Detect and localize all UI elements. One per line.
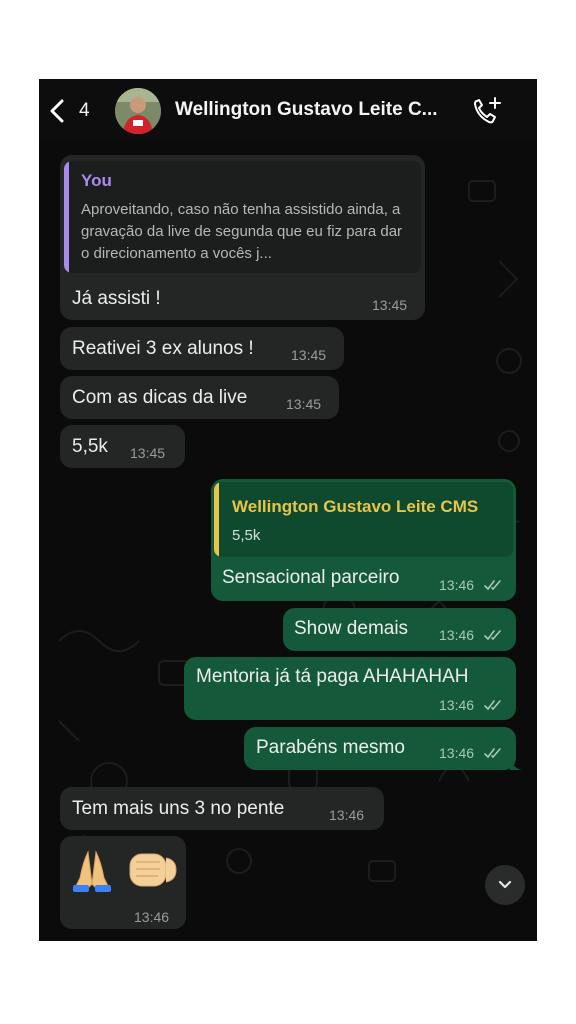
message-text: Já assisti !: [72, 288, 161, 309]
message-bubble-incoming[interactable]: Reativei 3 ex alunos ! 13:45: [60, 327, 344, 370]
message-bubble-outgoing[interactable]: Parabéns mesmo 13:46: [244, 727, 516, 770]
fist-bump-icon: [129, 853, 177, 887]
avatar[interactable]: [115, 88, 161, 134]
message-time: 13:46: [329, 807, 365, 823]
message-time: 13:45: [286, 396, 322, 412]
message-time: 13:45: [130, 445, 166, 461]
quote-author: Wellington Gustavo Leite CMS: [232, 497, 479, 516]
bubble-tail: [510, 756, 522, 770]
praying-hands-icon: [73, 850, 111, 892]
chevron-down-icon: [498, 880, 512, 889]
message-bubble-outgoing[interactable]: Show demais 13:46: [283, 608, 516, 651]
message-text: Com as dicas da live: [72, 387, 248, 408]
read-ticks-icon: [484, 748, 501, 759]
scroll-down-button[interactable]: [485, 865, 525, 905]
contact-name[interactable]: Wellington Gustavo Leite C...: [175, 99, 438, 121]
message-time: 13:46: [439, 577, 475, 593]
quoted-message[interactable]: You Aproveitando, caso não tenha assisti…: [64, 161, 421, 273]
message-text: Show demais: [294, 618, 409, 639]
read-ticks-icon: [484, 630, 501, 641]
message-text: Tem mais uns 3 no pente: [72, 798, 285, 819]
message-bubble-incoming[interactable]: 13:46: [60, 836, 186, 929]
quote-text: 5,5k: [232, 527, 261, 544]
message-text: Mentoria já tá paga AHAHAHAH: [196, 666, 469, 687]
message-bubble-incoming[interactable]: You Aproveitando, caso não tenha assisti…: [60, 155, 425, 320]
message-bubble-incoming[interactable]: 5,5k 13:45: [60, 425, 185, 468]
message-time: 13:46: [439, 697, 475, 713]
message-text: 5,5k: [72, 436, 108, 457]
message-bubble-incoming[interactable]: Com as dicas da live 13:45: [60, 376, 339, 419]
message-text: Sensacional parceiro: [222, 567, 400, 588]
quoted-message[interactable]: Wellington Gustavo Leite CMS 5,5k: [214, 482, 513, 557]
message-text: Reativei 3 ex alunos !: [72, 338, 254, 359]
message-text: Parabéns mesmo: [256, 737, 405, 758]
add-call-icon[interactable]: [471, 96, 503, 126]
quote-text: Aproveitando, caso não tenha assistido a…: [81, 201, 403, 262]
emoji-praying-hands-and-fist-bump: [73, 850, 177, 892]
message-time: 13:45: [372, 297, 408, 313]
chat-header: 4 Wellington Gustavo Leite C...: [39, 79, 537, 141]
message-time: 13:46: [439, 627, 475, 643]
message-bubble-incoming[interactable]: Tem mais uns 3 no pente 13:46: [60, 787, 384, 830]
read-ticks-icon: [484, 700, 501, 711]
message-time: 13:45: [291, 347, 327, 363]
chevron-left-icon[interactable]: [49, 99, 65, 123]
message-time: 13:46: [439, 745, 475, 761]
message-time: 13:46: [134, 909, 170, 925]
quote-accent-bar: [64, 161, 69, 273]
quote-author: You: [81, 171, 112, 190]
quote-accent-bar: [214, 482, 219, 557]
avatar-photo: [115, 88, 161, 134]
back-unread-count[interactable]: 4: [79, 100, 90, 122]
read-ticks-icon: [484, 580, 501, 591]
chat-screen: 4 Wellington Gustavo Leite C... You Apro…: [39, 79, 537, 941]
message-bubble-outgoing[interactable]: Wellington Gustavo Leite CMS 5,5k Sensac…: [211, 479, 516, 601]
message-bubble-outgoing[interactable]: Mentoria já tá paga AHAHAHAH 13:46: [184, 657, 516, 720]
